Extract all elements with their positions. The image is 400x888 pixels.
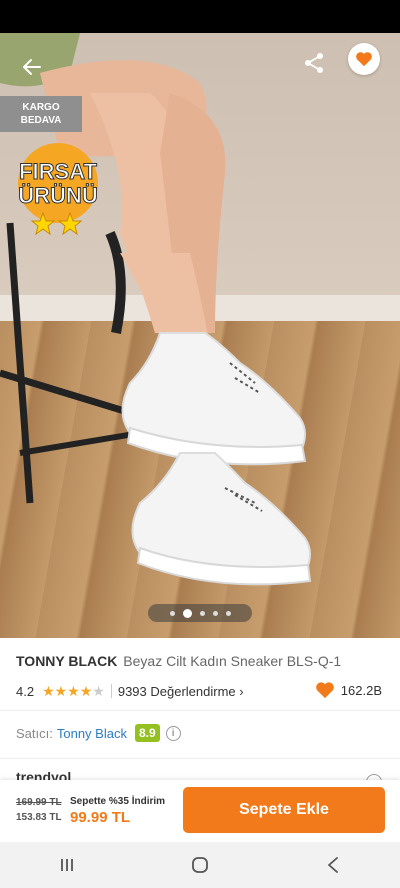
status-bar (0, 0, 400, 33)
back-button[interactable] (14, 49, 50, 85)
svg-text:ÜRÜNÜ: ÜRÜNÜ (18, 183, 97, 208)
section-divider (0, 758, 400, 759)
system-back-button[interactable] (303, 845, 363, 885)
free-shipping-line2: BEDAVA (20, 115, 62, 126)
reviews-link[interactable]: 9393 Değerlendirme › (118, 684, 244, 699)
heart-icon (356, 52, 372, 67)
divider (110, 684, 112, 698)
discounted-price: 153.83 TL (16, 812, 62, 823)
old-price: 169.99 TL (16, 797, 62, 808)
rating-row: 4.2 ★★★★★ 9393 Değerlendirme › 162.2B (16, 681, 386, 701)
favorite-count-value: 162.2B (340, 682, 382, 698)
deal-badge: FIRSAT ÜRÜNÜ (8, 139, 108, 239)
final-price: 99.99 TL (70, 809, 131, 826)
back-icon (328, 857, 339, 873)
recents-button[interactable] (37, 845, 97, 885)
add-to-cart-button[interactable]: Sepete Ekle (183, 787, 385, 833)
android-nav-bar (0, 842, 400, 888)
carousel-indicator[interactable] (148, 604, 252, 622)
back-arrow-icon (23, 59, 41, 75)
svg-text:FIRSAT: FIRSAT (19, 159, 97, 184)
info-icon[interactable]: i (165, 725, 181, 741)
rating-stars: ★★★★★ (42, 682, 105, 699)
recents-icon (60, 859, 73, 871)
brand-name[interactable]: TONNY BLACK (16, 653, 117, 669)
carousel-dot[interactable] (199, 610, 205, 616)
favorite-button[interactable] (348, 43, 380, 75)
free-shipping-line1: KARGO (22, 102, 60, 113)
home-icon (192, 857, 208, 873)
bottom-purchase-bar: 169.99 TL 153.83 TL Sepette %35 İndirim … (0, 780, 400, 842)
favorite-count[interactable]: 162.2B (315, 681, 382, 699)
product-image[interactable]: KARGO BEDAVA FIRSAT ÜRÜNÜ (0, 33, 400, 638)
heart-icon (315, 682, 334, 699)
carousel-dot-active[interactable] (182, 608, 192, 618)
rating-value: 4.2 (16, 683, 35, 699)
cart-promo-text: Sepette %35 İndirim (70, 796, 166, 807)
share-button[interactable] (296, 45, 332, 81)
product-title: TONNY BLACK Beyaz Cilt Kadın Sneaker BLS… (16, 653, 386, 669)
share-icon (305, 53, 323, 73)
free-shipping-badge: KARGO BEDAVA (0, 96, 82, 132)
seller-row: Satıcı: Tonny Black 8.9 i (16, 722, 386, 744)
product-name: Beyaz Cilt Kadın Sneaker BLS-Q-1 (123, 653, 342, 669)
home-button[interactable] (170, 845, 230, 885)
seller-label: Satıcı: (16, 725, 53, 741)
carousel-dot[interactable] (212, 610, 218, 616)
seller-name-link[interactable]: Tonny Black (57, 726, 127, 741)
carousel-dot[interactable] (169, 610, 175, 616)
deal-badge-icon: FIRSAT ÜRÜNÜ (18, 143, 98, 236)
seller-score-badge: 8.9 (134, 724, 160, 742)
section-divider (0, 710, 400, 711)
carousel-dot[interactable] (225, 610, 231, 616)
